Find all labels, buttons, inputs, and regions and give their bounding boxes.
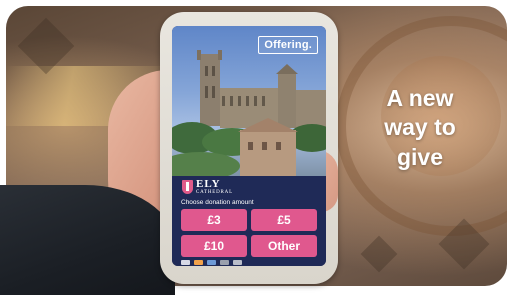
ely-wordmark: ELY CATHEDRAL (196, 178, 233, 196)
offering-badge: Offering. (258, 36, 318, 54)
mastercard-icon (194, 260, 203, 265)
ely-cathedral-logo: ELY CATHEDRAL (182, 179, 233, 195)
tagline-line-2: way to (384, 114, 456, 141)
payment-methods (181, 260, 242, 265)
amount-button-3[interactable]: £3 (181, 209, 247, 231)
donation-prompt: Choose donation amount (181, 199, 254, 206)
tagline-line-3: give (396, 143, 444, 170)
amount-button-other[interactable]: Other (251, 235, 317, 257)
logo-line-2: CATHEDRAL (196, 190, 233, 195)
amount-button-10[interactable]: £10 (181, 235, 247, 257)
amount-button-5[interactable]: £5 (251, 209, 317, 231)
google-pay-icon (233, 260, 242, 265)
amex-icon (207, 260, 216, 265)
shield-icon (182, 180, 193, 194)
tagline-line-1: A new (386, 85, 454, 111)
floor-tile (360, 235, 398, 273)
tagline: A new way to give (360, 84, 480, 172)
apple-pay-icon (220, 260, 229, 265)
visa-icon (181, 260, 190, 265)
donation-amount-grid: £3 £5 £10 Other (181, 209, 317, 257)
phone-screen: Offering. ELY CATHEDRAL Choose donation … (172, 26, 326, 266)
logo-line-1: ELY (196, 178, 221, 190)
